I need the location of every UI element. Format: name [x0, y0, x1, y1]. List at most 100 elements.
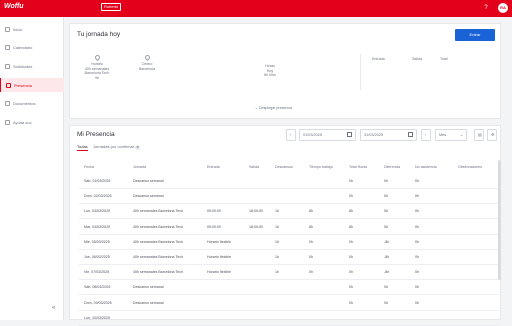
calendar-icon — [347, 132, 352, 137]
table-cell: Horario flexible — [207, 255, 231, 259]
sidebar-item-solicitudes[interactable]: Solicitudes — [0, 59, 64, 73]
table-row[interactable]: Lun, 10/03/2025 — [79, 311, 499, 326]
summary-header-entrada: Entrada — [372, 57, 385, 61]
sidebar-item-label: Inicio — [13, 26, 23, 32]
sidebar-item-presencia[interactable]: Presencia — [0, 78, 64, 92]
location-pin-icon — [143, 53, 151, 62]
table-cell: Lun, 03/03/2025 — [84, 209, 110, 214]
tab-todas[interactable]: Todas — [77, 144, 88, 151]
tab-pending-badge: 0 — [135, 145, 141, 150]
table-cell: 40h semanales Barcelona Tech — [133, 224, 184, 229]
date-from-input[interactable]: 01/03/2025 — [299, 129, 356, 141]
collapse-sidebar-button[interactable]: « — [52, 305, 55, 311]
table-cell: Descanso semanal — [133, 179, 164, 183]
expand-presence-link[interactable]: ⌄ Desplegar presencia — [255, 106, 292, 110]
period-select[interactable]: Mes ⌄ — [435, 129, 467, 141]
table-cell: 0h — [384, 285, 388, 290]
table-cell: 8h — [349, 224, 353, 229]
table-cell: 40h semanales Barcelona Tech — [133, 239, 184, 244]
table-cell: 8h — [309, 224, 313, 229]
table-row[interactable]: Dom, 02/03/2025 Descanso semanal 0h 0h 0h — [79, 189, 499, 205]
column-header: Tiempo trabajo — [309, 165, 333, 169]
table-cell: 0h — [349, 285, 353, 290]
table-cell: 0h — [349, 194, 353, 199]
table-cell: 0h — [309, 255, 313, 259]
table-cell: 0h — [415, 270, 419, 275]
table-scrollbar[interactable] — [498, 160, 501, 280]
table-cell: -8h — [384, 239, 390, 244]
table-cell: Mié, 05/03/2025 — [84, 239, 110, 244]
table-row[interactable]: Sáb, 01/03/2025 Descanso semanal 0h 0h 0h — [79, 174, 499, 189]
table-cell: 0h — [349, 270, 353, 275]
calendar-icon — [408, 132, 413, 137]
table-cell: 8h — [349, 209, 353, 214]
table-cell: 1h — [275, 270, 279, 275]
hours-value: 6h 00m — [264, 73, 276, 77]
table-row[interactable]: Lun, 03/03/2025 40h semanales Barcelona T… — [79, 204, 499, 220]
table-cell: 0h — [415, 255, 419, 259]
column-header: Observaciones — [458, 165, 482, 169]
table-cell: 40h semanales Barcelona Tech — [133, 209, 184, 214]
table-row[interactable]: Sáb, 08/03/2025 Descanso semanal 0h 0h 0h — [79, 280, 499, 296]
table-cell: 09:00:00 — [207, 224, 221, 229]
next-period-button[interactable]: › — [421, 129, 431, 141]
sidebar-item-label: Documentos — [13, 100, 36, 106]
table-cell: 8h — [309, 209, 313, 214]
table-cell: 0h — [309, 270, 313, 275]
table-row[interactable]: Jue, 06/03/2025 40h semanales Barcelona T… — [79, 250, 499, 265]
table-row[interactable]: Vie, 07/03/2025 40h semanales Barcelona T… — [79, 265, 499, 281]
date-to-input[interactable]: 31/03/2025 — [360, 129, 417, 141]
table-cell: Dom, 09/03/2025 — [84, 300, 112, 305]
settings-button[interactable]: ⚙ — [487, 129, 497, 141]
chevron-down-icon: ⌄ — [459, 133, 463, 137]
requests-icon — [5, 63, 10, 69]
sidebar-item-inicio[interactable]: Inicio — [0, 22, 64, 36]
presence-icon — [6, 82, 11, 88]
column-header: No asistencia — [415, 165, 437, 169]
table-cell: Sáb, 01/03/2025 — [84, 179, 111, 183]
table-cell: 40h semanales Barcelona Tech — [133, 270, 184, 275]
table-cell: Horario flexible — [207, 239, 231, 244]
table-cell: 0h — [384, 300, 388, 305]
table-cell: 0h — [349, 255, 353, 259]
sidebar-item-ayuda[interactable]: Ayuda soc — [0, 115, 64, 129]
table-cell: Descanso semanal — [133, 300, 164, 305]
table-cell: Horario flexible — [207, 270, 231, 275]
table-cell: 40h semanales Barcelona Tech — [133, 255, 184, 259]
table-cell: 0h — [349, 179, 353, 183]
app-logo[interactable]: Woffu — [4, 3, 24, 10]
schedule-total: 9h — [95, 75, 99, 80]
date-to-value: 31/03/2025 — [364, 133, 384, 137]
expand-presence-label: Desplegar presencia — [259, 106, 292, 110]
table-cell: 0h — [415, 239, 419, 244]
sidebar-item-calendario[interactable]: Calendario — [0, 40, 64, 54]
table-cell: Descanso semanal — [133, 194, 164, 199]
table-row[interactable]: Dom, 09/03/2025 Descanso semanal 0h 0h 0h — [79, 296, 499, 311]
table-row[interactable]: Mar, 04/03/2025 40h semanales Barcelona T… — [79, 220, 499, 235]
home-icon — [5, 26, 10, 32]
clock-in-button[interactable]: Entrar — [455, 29, 495, 41]
table-cell: Mar, 04/03/2025 — [84, 224, 110, 229]
table-cell: 1h — [275, 209, 279, 214]
help-icon[interactable]: ? — [482, 4, 490, 12]
table-cell: 0h — [415, 194, 419, 199]
sidebar-item-documentos[interactable]: Documentos — [0, 96, 64, 110]
column-header: Salida — [249, 165, 259, 169]
tab-pending[interactable]: Jornadas por confirmar 0 — [93, 144, 141, 150]
table-cell: 0h — [349, 239, 353, 244]
export-button[interactable]: ▤ — [474, 129, 484, 141]
center-info: Centro Barcelona — [132, 53, 162, 71]
table-cell: Descanso semanal — [133, 285, 164, 290]
center-name: Barcelona — [138, 66, 156, 71]
table-cell: 0h — [309, 239, 313, 244]
previous-period-button[interactable]: ‹ — [286, 129, 296, 141]
table-row[interactable]: Mié, 05/03/2025 40h semanales Barcelona T… — [79, 235, 499, 250]
table-cell: 18:00:00 — [249, 209, 263, 214]
schedule-name: Barcelona Tech — [84, 71, 110, 75]
table-cell: 0h — [384, 179, 388, 183]
environment-badge: Roberto — [101, 3, 122, 11]
summary-header-salida: Salida — [412, 57, 422, 61]
table-cell: 0h — [384, 209, 388, 214]
today-title: Tu jornada hoy — [77, 31, 121, 38]
avatar[interactable]: RA — [498, 3, 508, 13]
